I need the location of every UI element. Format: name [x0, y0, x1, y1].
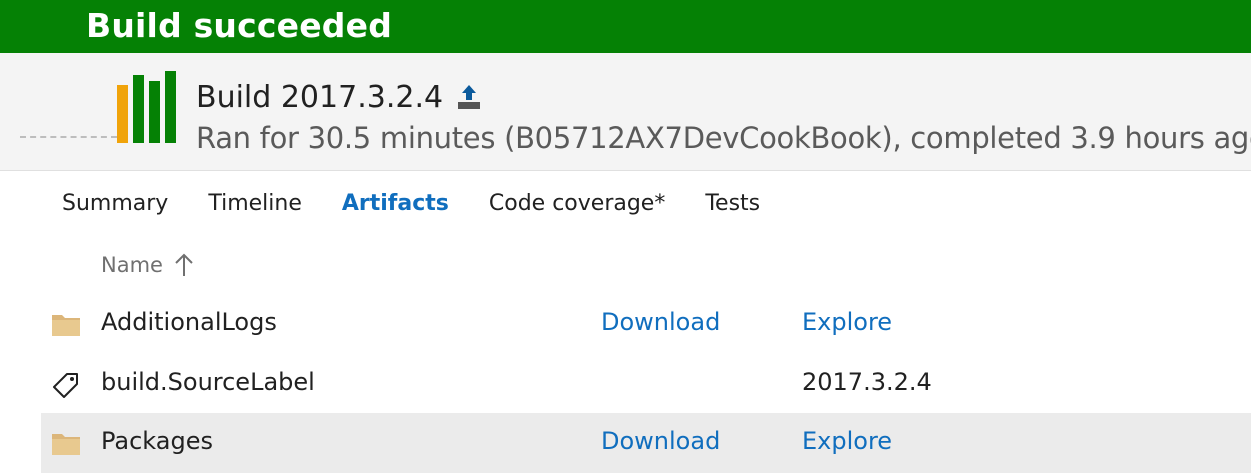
name-column-header[interactable]: Name — [101, 252, 195, 278]
table-row[interactable]: build.SourceLabel 2017.3.2.4 — [41, 354, 1251, 414]
tab-timeline[interactable]: Timeline — [208, 191, 302, 227]
artifact-name: AdditionalLogs — [101, 308, 277, 336]
build-summary-text: Ran for 30.5 minutes (B05712AX7DevCookBo… — [196, 121, 1251, 155]
artifact-name: Packages — [101, 427, 213, 455]
build-history-bars-icon[interactable] — [117, 71, 179, 143]
download-link[interactable]: Download — [601, 308, 720, 336]
build-tabs: Summary Timeline Artifacts Code coverage… — [62, 191, 800, 227]
tab-summary[interactable]: Summary — [62, 191, 168, 227]
artifact-value: 2017.3.2.4 — [802, 368, 932, 396]
retain-upload-icon[interactable] — [457, 83, 481, 111]
download-link[interactable]: Download — [601, 427, 720, 455]
build-status-banner: Build succeeded — [0, 0, 1251, 53]
table-row[interactable]: Packages Download Explore — [41, 413, 1251, 473]
table-row[interactable]: AdditionalLogs Download Explore — [41, 294, 1251, 354]
build-header: Build 2017.3.2.4 Ran for 30.5 minutes (B… — [0, 53, 1251, 171]
explore-link[interactable]: Explore — [802, 427, 892, 455]
tab-code-coverage[interactable]: Code coverage* — [489, 191, 665, 227]
build-title: Build 2017.3.2.4 — [196, 79, 444, 115]
artifact-name: build.SourceLabel — [101, 368, 315, 396]
arrow-up-icon — [175, 253, 193, 276]
build-history-dashes — [20, 136, 117, 138]
folder-icon — [52, 434, 80, 455]
folder-icon — [52, 315, 80, 336]
tab-artifacts[interactable]: Artifacts — [342, 191, 449, 227]
name-column-label: Name — [101, 253, 163, 277]
explore-link[interactable]: Explore — [802, 308, 892, 336]
tag-icon — [53, 373, 78, 398]
build-status-text: Build succeeded — [86, 6, 393, 45]
tab-tests[interactable]: Tests — [705, 191, 760, 227]
